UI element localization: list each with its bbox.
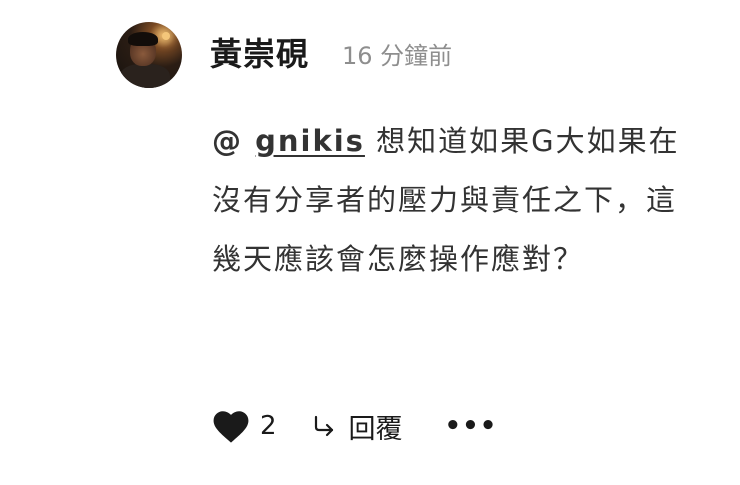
mention[interactable]: @ gnikis — [212, 124, 365, 158]
background-light — [162, 32, 170, 40]
comment-actions: 2 回覆 ••• — [212, 404, 497, 448]
more-options-icon[interactable]: ••• — [445, 413, 498, 439]
avatar-body — [120, 64, 170, 88]
like-count: 2 — [260, 411, 277, 441]
mention-handle[interactable]: gnikis — [255, 124, 365, 158]
mention-prefix: @ — [212, 124, 256, 158]
avatar[interactable] — [116, 22, 182, 88]
reply-button[interactable]: 回覆 — [311, 407, 403, 446]
heart-icon[interactable] — [212, 408, 250, 444]
username[interactable]: 黃崇硯 — [210, 32, 309, 76]
avatar-hair — [128, 32, 158, 46]
reply-label: 回覆 — [348, 413, 403, 445]
comment-card: 黃崇硯 16 分鐘前 @ gnikis 想知道如果G大如果在沒有分享者的壓力與責… — [0, 0, 740, 485]
comment-body: @ gnikis 想知道如果G大如果在沒有分享者的壓力與責任之下，這幾天應該會怎… — [212, 112, 692, 289]
reply-arrow-icon — [311, 413, 337, 439]
timestamp: 16 分鐘前 — [342, 42, 453, 70]
